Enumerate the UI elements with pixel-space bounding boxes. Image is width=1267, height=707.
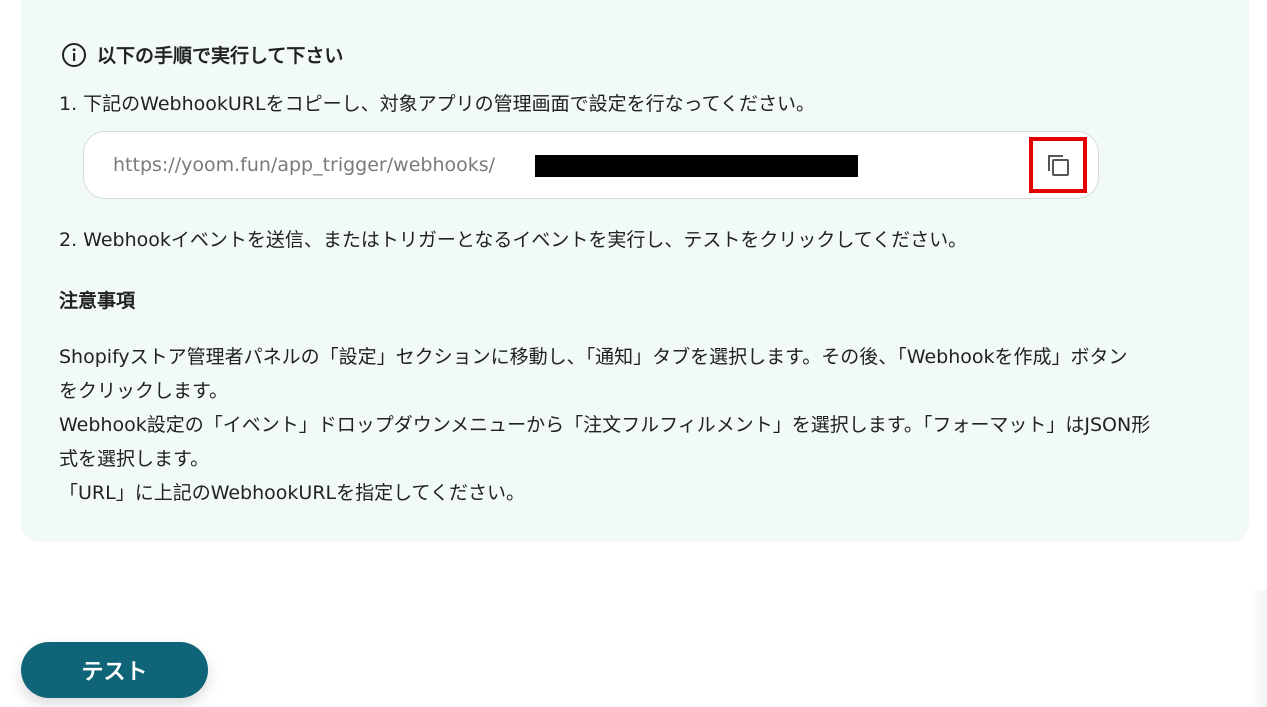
- instruction-heading: 以下の手順で実行して下さい: [61, 41, 343, 68]
- webhook-url-field[interactable]: https://yoom.fun/app_trigger/webhooks/: [83, 131, 1099, 199]
- test-button[interactable]: テスト: [21, 642, 208, 698]
- notes-line: Webhook設定の「イベント」ドロップダウンメニューから「注文フルフィルメント…: [59, 414, 1151, 436]
- redacted-url-segment: [535, 155, 858, 177]
- copy-url-button[interactable]: [1029, 137, 1087, 193]
- heading-text: 以下の手順で実行して下さい: [97, 45, 344, 67]
- edge-shadow: [1252, 590, 1267, 707]
- notes-line: Shopifyストア管理者パネルの「設定」セクションに移動し、「通知」タブを選択…: [59, 346, 1128, 368]
- info-icon: [61, 42, 87, 68]
- step-1-text: 1. 下記のWebhookURLをコピーし、対象アプリの管理画面で設定を行なって…: [59, 93, 816, 115]
- notes-line: をクリックします。: [59, 380, 229, 402]
- notes-line: 「URL」に上記のWebhookURLを指定してください。: [59, 482, 525, 504]
- webhook-url-text: https://yoom.fun/app_trigger/webhooks/: [113, 154, 496, 176]
- notes-title: 注意事項: [59, 290, 136, 312]
- notes-body: Shopifyストア管理者パネルの「設定」セクションに移動し、「通知」タブを選択…: [59, 340, 1209, 510]
- step-2-text: 2. Webhookイベントを送信、またはトリガーとなるイベントを実行し、テスト…: [59, 229, 968, 251]
- copy-icon: [1048, 155, 1069, 176]
- instruction-panel: 以下の手順で実行して下さい 1. 下記のWebhookURLをコピーし、対象アプ…: [21, 0, 1249, 542]
- notes-line: 式を選択します。: [59, 448, 210, 470]
